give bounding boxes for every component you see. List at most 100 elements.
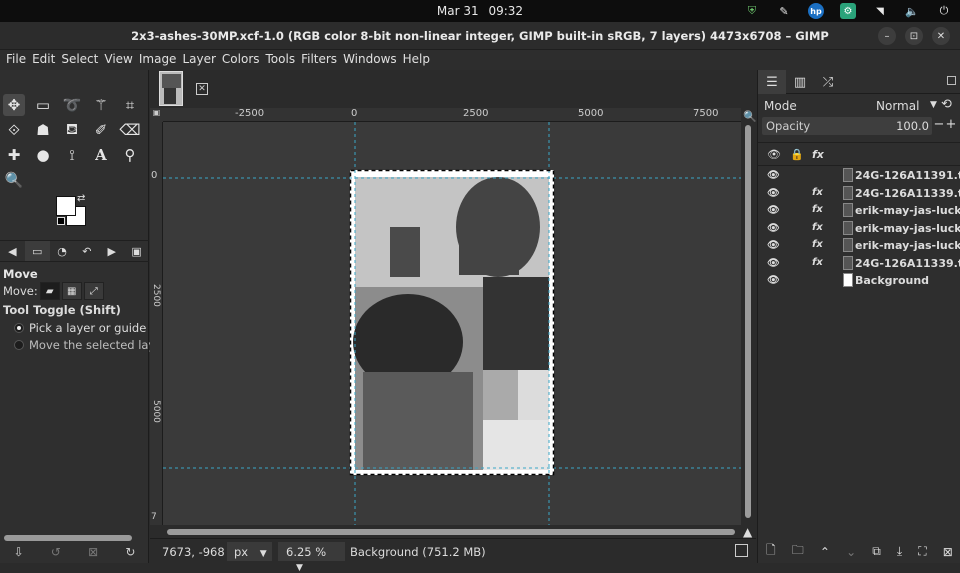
delete-layer-icon[interactable]: ⊠: [943, 545, 953, 559]
layer-row[interactable]: 👁 fx 24G-126A11339.tif: [758, 185, 960, 203]
smudge-icon[interactable]: ●: [32, 144, 54, 166]
menu-tools[interactable]: Tools: [266, 50, 302, 70]
raise-layer-icon[interactable]: ⌃: [820, 545, 830, 559]
menu-layer[interactable]: Layer: [182, 50, 221, 70]
color-picker-icon[interactable]: ⚲: [119, 144, 141, 166]
move-selected-option[interactable]: Move the selected layer: [14, 338, 167, 352]
layer-row[interactable]: 👁 24G-126A11391.tif: [758, 167, 960, 185]
power-icon[interactable]: ⏻: [936, 3, 952, 19]
save-options-icon[interactable]: ⇩: [14, 545, 24, 559]
menu-windows[interactable]: Windows: [343, 50, 403, 70]
menu-filters[interactable]: Filters: [301, 50, 343, 70]
eraser-icon[interactable]: ⌫: [119, 119, 141, 141]
layer-thumbnail[interactable]: [843, 168, 853, 182]
bucket-fill-icon[interactable]: ⛾: [61, 119, 83, 141]
menu-colors[interactable]: Colors: [222, 50, 266, 70]
swap-colors-icon[interactable]: ⇄: [77, 193, 85, 204]
fx-icon[interactable]: fx: [812, 257, 823, 268]
fx-column-icon[interactable]: fx: [812, 148, 824, 161]
dock-config-icon[interactable]: ▣: [124, 241, 149, 261]
chevron-down-icon[interactable]: ▼: [930, 100, 937, 110]
vertical-scroll-thumb[interactable]: [745, 125, 751, 518]
menu-help[interactable]: Help: [403, 50, 436, 70]
image-tab-thumbnail[interactable]: [159, 71, 183, 106]
foreground-color[interactable]: [56, 196, 76, 216]
close-image-icon[interactable]: ✕: [196, 83, 208, 95]
tool-options-tab-icon[interactable]: ▭: [24, 241, 50, 261]
lower-layer-icon[interactable]: ⌄: [846, 545, 856, 559]
horizontal-ruler[interactable]: -2500 0 2500 5000 7500: [163, 108, 741, 122]
layer-row[interactable]: 👁 fx erik-may-jas-lucky40: [758, 220, 960, 238]
paths-icon[interactable]: ⟟: [61, 144, 83, 166]
fx-icon[interactable]: fx: [812, 239, 823, 250]
image-canvas[interactable]: [163, 122, 741, 525]
reset-options-icon[interactable]: ↻: [125, 545, 135, 559]
move-tool-icon[interactable]: ✥: [3, 94, 25, 116]
fx-icon[interactable]: fx: [812, 204, 823, 215]
eye-icon[interactable]: 👁: [767, 223, 780, 234]
eye-icon[interactable]: 👁: [767, 275, 780, 286]
duplicate-layer-icon[interactable]: ⧉: [872, 544, 881, 559]
paintbrush-icon[interactable]: ✐: [90, 119, 112, 141]
minimize-button[interactable]: –: [878, 27, 896, 45]
unit-selector[interactable]: px ▼: [227, 542, 272, 561]
feather-icon[interactable]: ✎: [776, 3, 792, 19]
layer-thumbnail[interactable]: [843, 255, 853, 270]
vertical-scrollbar[interactable]: [741, 122, 756, 525]
maximize-button[interactable]: ⊡: [905, 27, 923, 45]
default-colors-icon[interactable]: [57, 217, 65, 225]
visibility-column-icon[interactable]: 👁: [767, 148, 781, 161]
restore-options-icon[interactable]: ↺: [51, 545, 61, 559]
menu-file[interactable]: File: [6, 50, 32, 70]
menu-image[interactable]: Image: [139, 50, 183, 70]
paths-tab-icon[interactable]: ⤮: [814, 70, 842, 94]
mask-layer-icon[interactable]: ⛶: [918, 544, 926, 559]
move-selection-icon[interactable]: ▦: [61, 282, 82, 300]
dock-config-icon[interactable]: [947, 76, 956, 85]
eye-icon[interactable]: 👁: [767, 170, 780, 181]
warp-icon[interactable]: ☗: [32, 119, 54, 141]
crop-icon[interactable]: ⌗: [119, 94, 141, 116]
volume-icon[interactable]: 🔈: [904, 3, 920, 19]
transform-icon[interactable]: ⟐: [3, 119, 25, 141]
layer-row[interactable]: 👁 Background: [758, 272, 960, 290]
opacity-slider[interactable]: Opacity 100.0: [762, 117, 932, 135]
opacity-increase-button[interactable]: +: [945, 117, 957, 135]
heal-icon[interactable]: ✚: [3, 144, 25, 166]
radio-off-icon[interactable]: [14, 340, 24, 350]
opacity-decrease-button[interactable]: −: [933, 117, 945, 135]
layer-thumbnail[interactable]: [843, 238, 853, 252]
layer-thumbnail[interactable]: [843, 203, 853, 217]
layer-thumbnail[interactable]: [843, 185, 853, 200]
close-button[interactable]: ✕: [932, 27, 950, 45]
horizontal-scroll-thumb[interactable]: [167, 529, 735, 535]
zoom-selector[interactable]: 6.25 % ▼: [278, 542, 345, 573]
mode-dropdown[interactable]: Normal: [876, 99, 919, 113]
layer-row[interactable]: 👁 fx erik-may-jas-lucky40: [758, 237, 960, 255]
lock-column-icon[interactable]: 🔒: [790, 148, 804, 161]
eye-icon[interactable]: 👁: [767, 258, 780, 269]
wifi-icon[interactable]: ◥: [872, 3, 888, 19]
menu-select[interactable]: Select: [61, 50, 104, 70]
layer-thumbnail[interactable]: [843, 220, 853, 235]
color-swatches[interactable]: ⇄: [55, 193, 91, 229]
lasso-icon[interactable]: ➰: [61, 94, 83, 116]
zoom-icon[interactable]: 🔍: [3, 169, 25, 191]
layer-thumbnail[interactable]: [843, 273, 853, 287]
pick-layer-option[interactable]: Pick a layer or guide: [14, 321, 146, 335]
navigate-icon[interactable]: ▲: [743, 525, 752, 539]
new-layer-icon[interactable]: 🗋: [766, 541, 776, 562]
move-path-icon[interactable]: ⤢: [83, 282, 104, 300]
fx-icon[interactable]: fx: [812, 187, 823, 198]
canvas-image[interactable]: [163, 122, 741, 525]
menu-view[interactable]: View: [104, 50, 138, 70]
eye-icon[interactable]: 👁: [767, 240, 780, 251]
tab-next-icon[interactable]: ▶: [99, 241, 124, 261]
move-layer-icon[interactable]: ▰: [39, 282, 60, 300]
merge-layer-icon[interactable]: ⤓: [897, 544, 902, 559]
layers-tab-icon[interactable]: ☰: [758, 70, 786, 94]
app-icon[interactable]: ⚙: [840, 3, 856, 19]
shield-icon[interactable]: ⛨: [744, 3, 760, 19]
layer-row[interactable]: 👁 fx erik-may-jas-lucky40: [758, 202, 960, 220]
channels-tab-icon[interactable]: ▥: [786, 70, 814, 94]
